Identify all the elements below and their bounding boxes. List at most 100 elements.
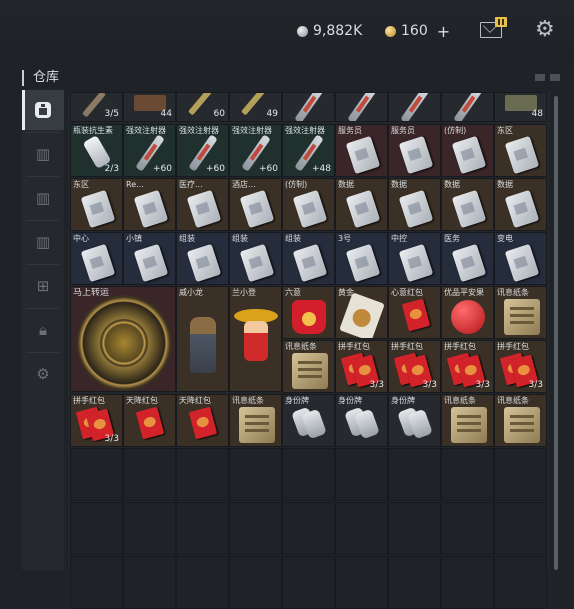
empty-item-slot[interactable]	[388, 502, 441, 555]
empty-item-slot[interactable]	[335, 502, 388, 555]
item-slot[interactable]: 拼手红包 3/3	[70, 394, 123, 447]
item-slot[interactable]: 讯息纸条	[282, 340, 335, 393]
item-slot[interactable]: 数据	[335, 178, 388, 231]
empty-item-slot[interactable]	[441, 502, 494, 555]
empty-item-slot[interactable]	[494, 448, 547, 501]
item-slot[interactable]: (仿制)	[282, 178, 335, 231]
empty-item-slot[interactable]	[123, 448, 176, 501]
item-slot[interactable]: 东区	[70, 178, 123, 231]
item-slot[interactable]: 拼手红包 3/3	[388, 340, 441, 393]
item-slot[interactable]: 医疗...	[176, 178, 229, 231]
item-slot[interactable]: 组装	[176, 232, 229, 285]
item-slot[interactable]: 兰小登	[229, 286, 282, 392]
item-slot[interactable]: 中心	[70, 232, 123, 285]
item-slot[interactable]	[282, 92, 335, 122]
empty-item-slot[interactable]	[335, 448, 388, 501]
empty-item-slot[interactable]	[123, 502, 176, 555]
item-slot[interactable]: 酒店...	[229, 178, 282, 231]
item-slot[interactable]: 变电	[494, 232, 547, 285]
empty-item-slot[interactable]	[176, 556, 229, 609]
item-slot[interactable]: 强效注射器 +60	[176, 124, 229, 177]
item-slot[interactable]: 拼手红包 3/3	[441, 340, 494, 393]
item-slot[interactable]: 服务员	[335, 124, 388, 177]
item-slot[interactable]: 49	[229, 92, 282, 122]
item-slot[interactable]: 数据	[494, 178, 547, 231]
item-slot[interactable]: 60	[176, 92, 229, 122]
empty-item-slot[interactable]	[494, 502, 547, 555]
add-gold-button[interactable]: +	[437, 22, 450, 41]
item-slot[interactable]: 威小龙	[176, 286, 229, 392]
sidebar-item-add[interactable]: ⊞	[22, 266, 64, 306]
storage-sidebar: ▥ ▥ ▥ ⊞ 🔒︎ ⚙	[22, 90, 64, 570]
empty-item-slot[interactable]	[176, 448, 229, 501]
window-dot-icon	[535, 74, 545, 81]
item-slot[interactable]: 心意红包	[388, 286, 441, 339]
item-slot[interactable]: 身份牌	[335, 394, 388, 447]
item-slot[interactable]: 44	[123, 92, 176, 122]
item-slot[interactable]: 拼手红包 3/3	[494, 340, 547, 393]
item-slot[interactable]: 六意	[282, 286, 335, 339]
item-slot[interactable]: 组装	[282, 232, 335, 285]
empty-item-slot[interactable]	[388, 556, 441, 609]
empty-item-slot[interactable]	[494, 556, 547, 609]
empty-item-slot[interactable]	[123, 556, 176, 609]
settings-gear-icon[interactable]: ⚙	[535, 19, 555, 41]
window-dot-icon	[550, 74, 560, 81]
empty-item-slot[interactable]	[70, 556, 123, 609]
item-slot[interactable]: Re...	[123, 178, 176, 231]
empty-item-slot[interactable]	[335, 556, 388, 609]
item-slot[interactable]: 身份牌	[282, 394, 335, 447]
item-slot[interactable]: 讯息纸条	[494, 394, 547, 447]
item-slot[interactable]: 小镇	[123, 232, 176, 285]
gold-currency: 160 +	[385, 20, 450, 42]
empty-item-slot[interactable]	[229, 556, 282, 609]
sidebar-item-tab3[interactable]: ▥	[22, 134, 64, 174]
empty-item-slot[interactable]	[441, 556, 494, 609]
item-slot[interactable]: 数据	[441, 178, 494, 231]
item-slot[interactable]: 优品平安果	[441, 286, 494, 339]
item-slot[interactable]: 医务	[441, 232, 494, 285]
item-slot[interactable]	[388, 92, 441, 122]
sidebar-item-tab4[interactable]: ▥	[22, 222, 64, 262]
item-slot[interactable]: 3/5	[70, 92, 123, 122]
item-slot[interactable]: 讯息纸条	[494, 286, 547, 339]
item-slot[interactable]: 拼手红包 3/3	[335, 340, 388, 393]
item-slot[interactable]: 中控	[388, 232, 441, 285]
empty-item-slot[interactable]	[70, 502, 123, 555]
item-slot[interactable]: 强效注射器 +60	[123, 124, 176, 177]
empty-item-slot[interactable]	[388, 448, 441, 501]
empty-item-slot[interactable]	[70, 448, 123, 501]
empty-item-slot[interactable]	[282, 556, 335, 609]
item-slot[interactable]: 身份牌	[388, 394, 441, 447]
item-slot[interactable]: (仿制)	[441, 124, 494, 177]
item-slot[interactable]: 马上转运	[70, 286, 176, 392]
empty-item-slot[interactable]	[282, 502, 335, 555]
item-slot[interactable]: 强效注射器 +48	[282, 124, 335, 177]
item-slot[interactable]: 讯息纸条	[229, 394, 282, 447]
item-slot[interactable]: 数据	[388, 178, 441, 231]
item-slot[interactable]: 强效注射器 +60	[229, 124, 282, 177]
storage-scrollbar[interactable]	[554, 96, 558, 570]
sidebar-item-lock[interactable]: 🔒︎	[22, 310, 64, 350]
item-slot[interactable]: 服务员	[388, 124, 441, 177]
item-slot[interactable]: 天降红包	[123, 394, 176, 447]
empty-item-slot[interactable]	[229, 502, 282, 555]
empty-item-slot[interactable]	[176, 502, 229, 555]
empty-item-slot[interactable]	[229, 448, 282, 501]
sidebar-item-tab2[interactable]: ▥	[22, 178, 64, 218]
empty-item-slot[interactable]	[441, 448, 494, 501]
sidebar-item-home[interactable]	[22, 90, 64, 130]
item-slot[interactable]: 东区	[494, 124, 547, 177]
item-slot[interactable]: 天降红包	[176, 394, 229, 447]
home-storage-icon	[35, 102, 51, 118]
item-slot[interactable]: 48	[494, 92, 547, 122]
item-slot[interactable]: 组装	[229, 232, 282, 285]
sidebar-item-settings[interactable]: ⚙	[22, 354, 64, 394]
item-slot[interactable]: 3号	[335, 232, 388, 285]
item-slot[interactable]	[335, 92, 388, 122]
item-slot[interactable]: 讯息纸条	[441, 394, 494, 447]
item-slot[interactable]	[441, 92, 494, 122]
empty-item-slot[interactable]	[282, 448, 335, 501]
item-slot[interactable]: 瓶装抗生素 2/3	[70, 124, 123, 177]
item-slot[interactable]: 黄金	[335, 286, 388, 339]
